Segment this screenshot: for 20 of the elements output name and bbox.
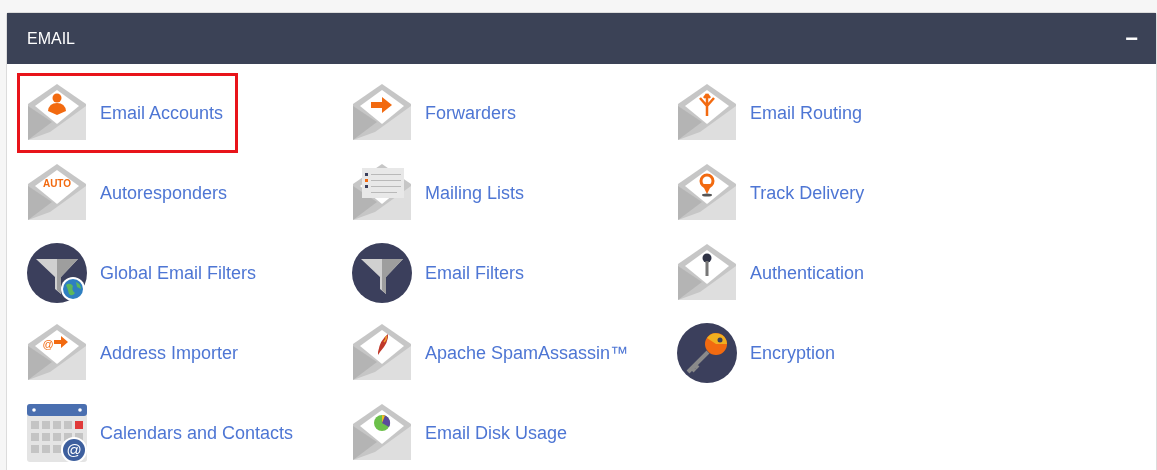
- tool-link[interactable]: Email Accounts: [17, 73, 239, 153]
- tool-link[interactable]: AUTO Autoresponders: [17, 153, 243, 233]
- tool-link[interactable]: Global Email Filters: [17, 233, 272, 313]
- funnel-globe-icon: [26, 242, 88, 304]
- tool-link[interactable]: Email Routing: [667, 73, 878, 153]
- tool-link[interactable]: @ Address Importer: [17, 313, 254, 393]
- tool-link[interactable]: Encryption: [667, 313, 851, 393]
- key-icon: [676, 322, 738, 384]
- funnel-icon: [351, 242, 413, 304]
- tool-link[interactable]: Authentication: [667, 233, 880, 313]
- tool-link[interactable]: @ Calendars and Contacts: [17, 393, 309, 470]
- tool-link[interactable]: Track Delivery: [667, 153, 880, 233]
- tool-link[interactable]: Apache SpamAssassin™: [342, 313, 644, 393]
- tool-link[interactable]: Mailing Lists: [342, 153, 540, 233]
- collapse-button[interactable]: −: [1125, 27, 1138, 50]
- calendar-at-icon: @: [26, 402, 88, 464]
- tool-link[interactable]: Forwarders: [342, 73, 532, 153]
- tool-link[interactable]: Email Disk Usage: [342, 393, 583, 470]
- panel-title: EMAIL: [27, 28, 75, 49]
- tool-link[interactable]: Email Filters: [342, 233, 539, 313]
